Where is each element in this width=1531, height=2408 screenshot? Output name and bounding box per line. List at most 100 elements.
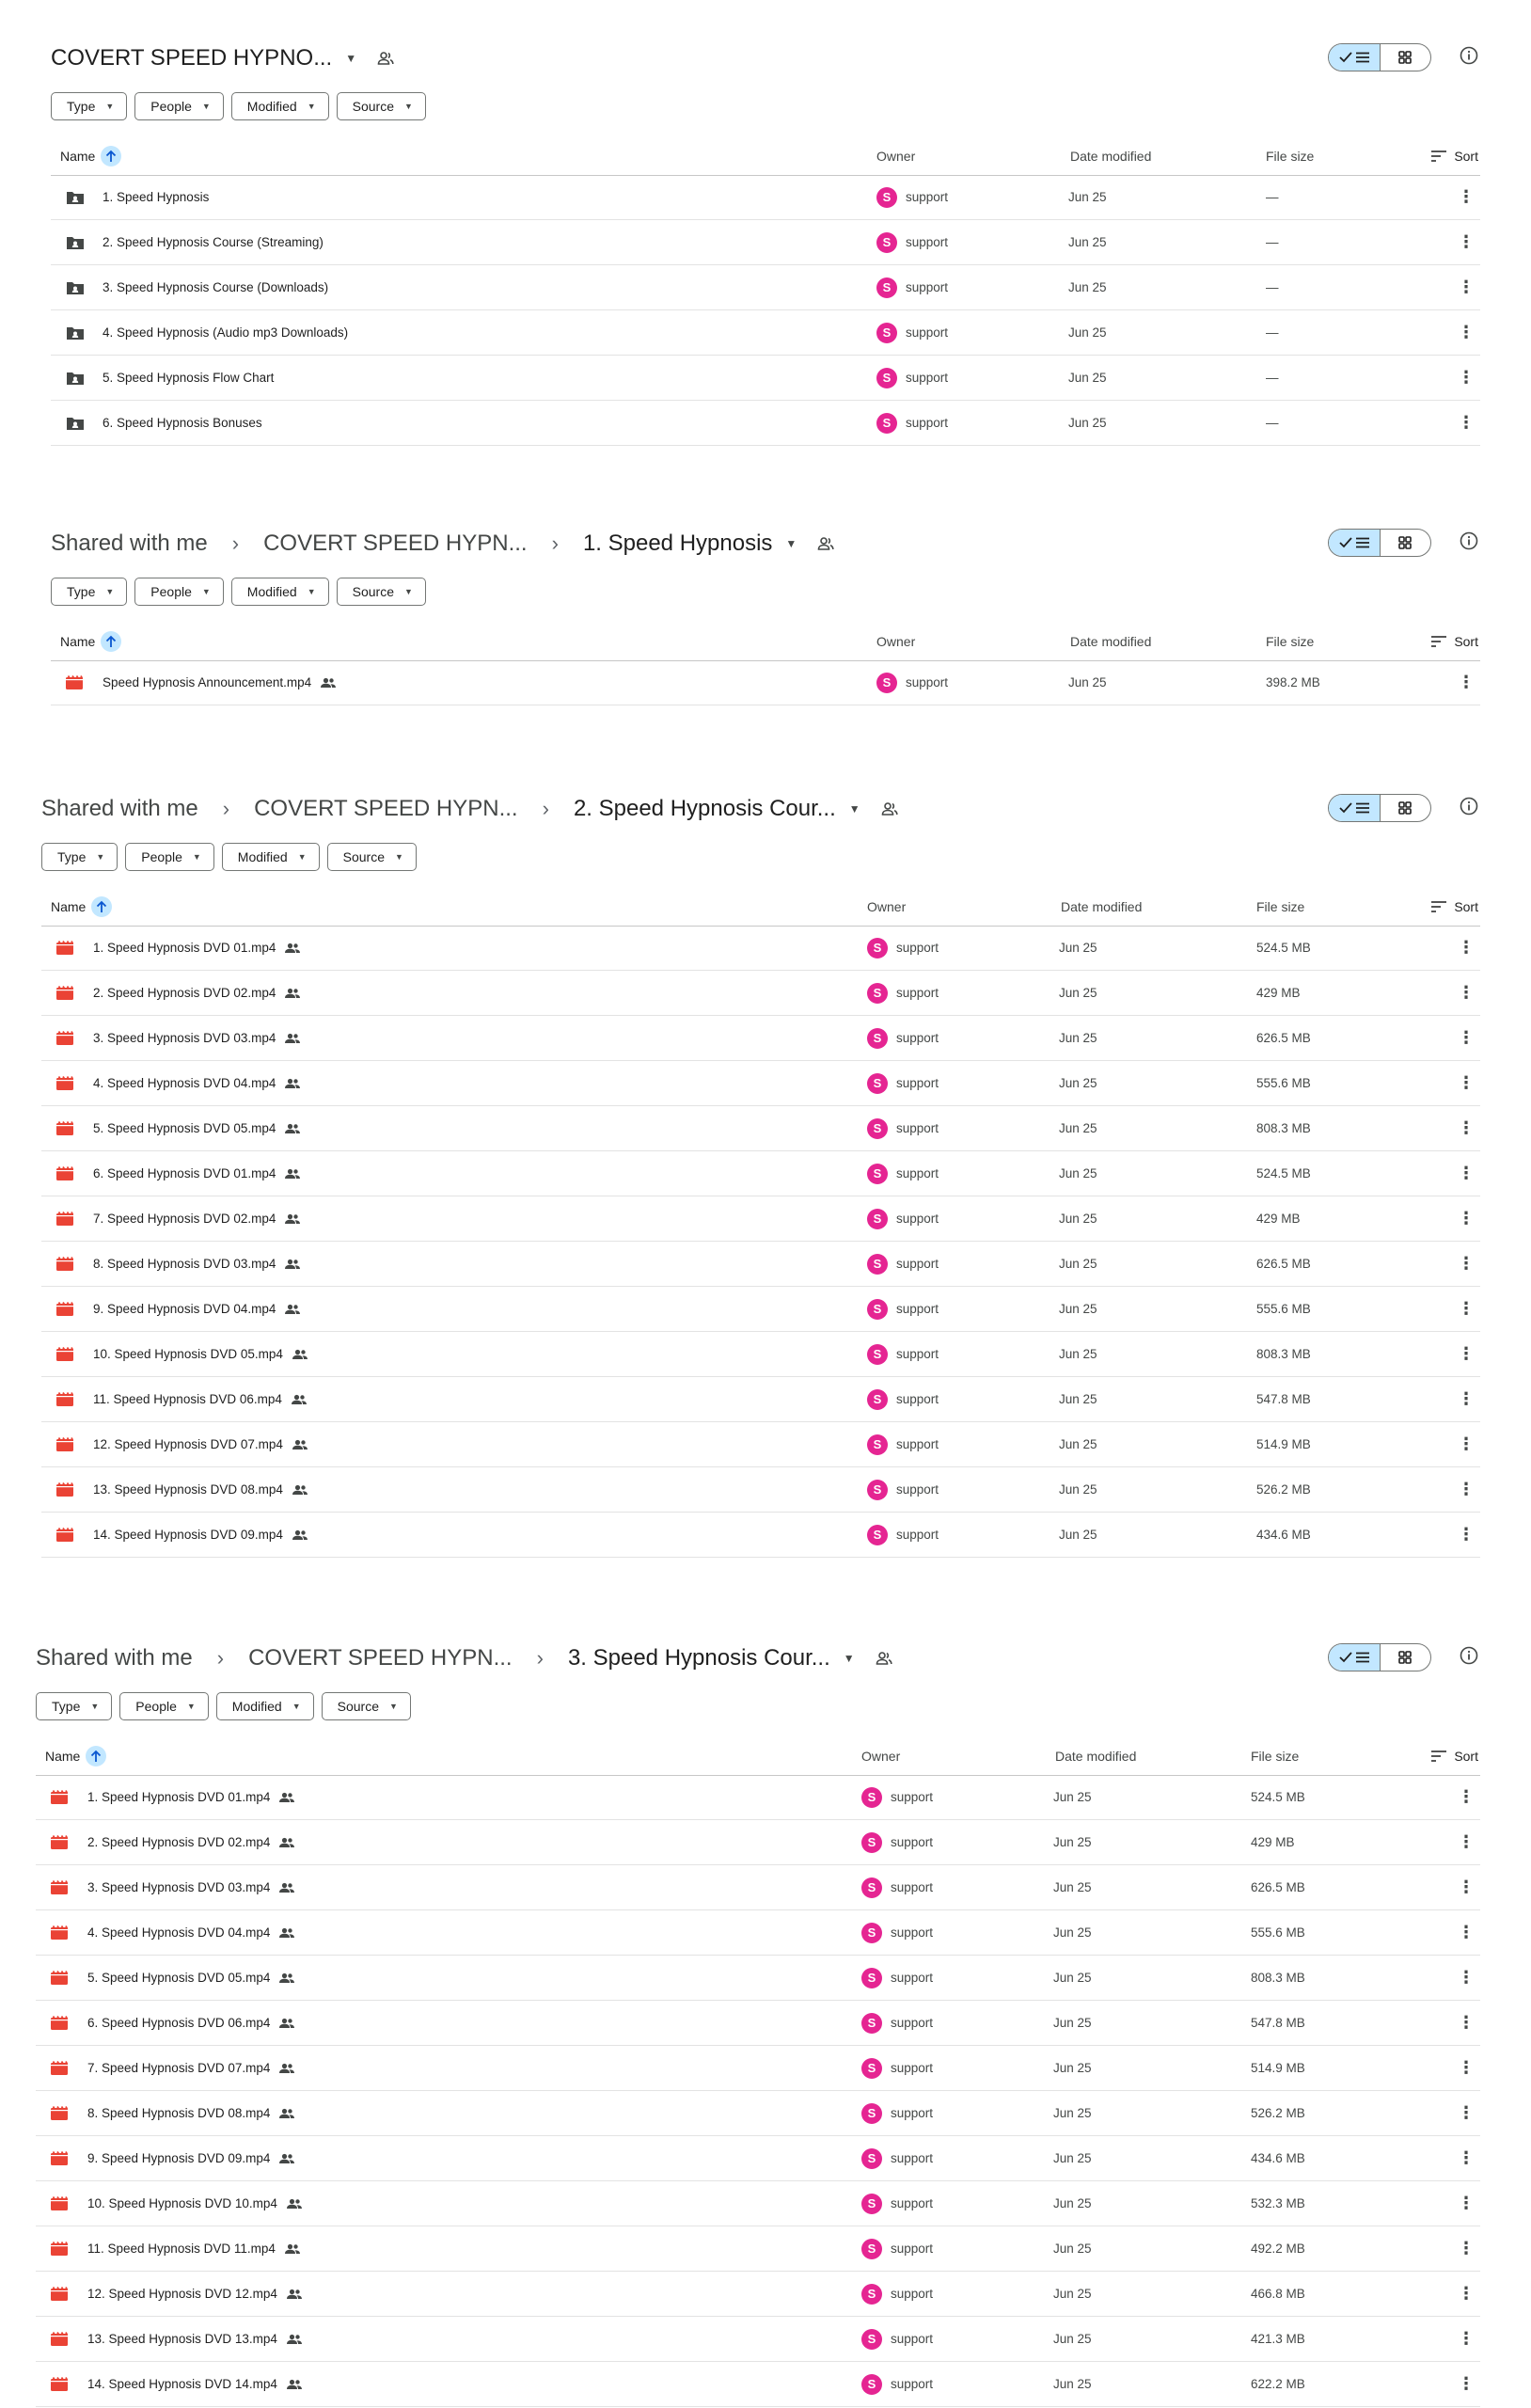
folder-title[interactable]: 2. Speed Hypnosis Cour... bbox=[574, 796, 836, 822]
list-view-button[interactable] bbox=[1329, 530, 1381, 556]
table-row[interactable]: 5. Speed Hypnosis DVD 05.mp4 Ssupport Jun … bbox=[41, 1106, 1480, 1151]
table-row[interactable]: 3. Speed Hypnosis DVD 03.mp4 Ssupport Jun … bbox=[36, 1865, 1480, 1910]
breadcrumb-item[interactable]: Shared with me bbox=[36, 1645, 193, 1671]
file-name[interactable]: 7. Speed Hypnosis DVD 07.mp4 bbox=[87, 2046, 295, 2090]
sort-arrow-up-icon[interactable] bbox=[86, 1746, 107, 1766]
grid-view-button[interactable] bbox=[1381, 44, 1431, 71]
filter-chip-source[interactable]: Source ▼ bbox=[321, 1692, 411, 1720]
more-actions-icon[interactable]: ⋮ bbox=[1458, 2091, 1475, 2135]
filter-chip-type[interactable]: Type ▼ bbox=[36, 1692, 113, 1720]
more-actions-icon[interactable]: ⋮ bbox=[1458, 2362, 1475, 2406]
more-actions-icon[interactable]: ⋮ bbox=[1458, 1151, 1475, 1196]
more-actions-icon[interactable]: ⋮ bbox=[1458, 1332, 1475, 1376]
more-actions-icon[interactable]: ⋮ bbox=[1458, 926, 1475, 970]
filter-chip-source[interactable]: Source ▼ bbox=[336, 578, 426, 606]
filter-chip-people[interactable]: People ▼ bbox=[134, 92, 224, 120]
info-icon[interactable] bbox=[1460, 46, 1478, 65]
column-header-size[interactable]: File size bbox=[1256, 888, 1304, 926]
more-actions-icon[interactable]: ⋮ bbox=[1458, 1106, 1475, 1150]
file-name[interactable]: 1. Speed Hypnosis DVD 01.mp4 bbox=[93, 926, 301, 970]
sort-button[interactable]: Sort bbox=[1431, 623, 1478, 660]
file-name[interactable]: 14. Speed Hypnosis DVD 09.mp4 bbox=[93, 1513, 308, 1557]
more-actions-icon[interactable]: ⋮ bbox=[1458, 356, 1475, 400]
table-row[interactable]: 5. Speed Hypnosis DVD 05.mp4 Ssupport Jun … bbox=[36, 1956, 1480, 2001]
filter-chip-source[interactable]: Source ▼ bbox=[336, 92, 426, 120]
file-name[interactable]: 12. Speed Hypnosis DVD 12.mp4 bbox=[87, 2272, 302, 2316]
column-header-date[interactable]: Date modified bbox=[1070, 137, 1151, 175]
more-actions-icon[interactable]: ⋮ bbox=[1458, 1467, 1475, 1512]
file-name[interactable]: 2. Speed Hypnosis DVD 02.mp4 bbox=[87, 1820, 295, 1864]
column-header-name[interactable]: Name bbox=[45, 1737, 107, 1775]
column-header-name[interactable]: Name bbox=[60, 137, 122, 175]
column-header-size[interactable]: File size bbox=[1266, 137, 1314, 175]
more-actions-icon[interactable]: ⋮ bbox=[1458, 2001, 1475, 2045]
more-actions-icon[interactable]: ⋮ bbox=[1458, 2317, 1475, 2361]
table-row[interactable]: 3. Speed Hypnosis Course (Downloads) Ssup… bbox=[51, 265, 1480, 310]
more-actions-icon[interactable]: ⋮ bbox=[1458, 220, 1475, 264]
table-row[interactable]: 13. Speed Hypnosis DVD 08.mp4 Ssupport Jun… bbox=[41, 1467, 1480, 1513]
file-name[interactable]: 1. Speed Hypnosis DVD 01.mp4 bbox=[87, 1775, 295, 1819]
file-name[interactable]: 13. Speed Hypnosis DVD 08.mp4 bbox=[93, 1467, 308, 1512]
table-row[interactable]: 11. Speed Hypnosis DVD 06.mp4 Ssupport Jun… bbox=[41, 1377, 1480, 1422]
file-name[interactable]: 8. Speed Hypnosis DVD 03.mp4 bbox=[93, 1242, 301, 1286]
table-row[interactable]: 6. Speed Hypnosis Bonuses Ssupport Jun 25 —… bbox=[51, 401, 1480, 446]
table-row[interactable]: 6. Speed Hypnosis DVD 01.mp4 Ssupport Jun … bbox=[41, 1151, 1480, 1196]
sort-arrow-up-icon[interactable] bbox=[101, 146, 122, 166]
filter-chip-people[interactable]: People ▼ bbox=[125, 843, 214, 871]
more-actions-icon[interactable]: ⋮ bbox=[1458, 175, 1475, 219]
more-actions-icon[interactable]: ⋮ bbox=[1458, 1242, 1475, 1286]
file-name[interactable]: 5. Speed Hypnosis Flow Chart bbox=[103, 356, 274, 400]
folder-title[interactable]: 3. Speed Hypnosis Cour... bbox=[568, 1645, 830, 1671]
table-row[interactable]: 14. Speed Hypnosis DVD 14.mp4 Ssupport Jun… bbox=[36, 2362, 1480, 2407]
filter-chip-modified[interactable]: Modified ▼ bbox=[230, 578, 329, 606]
column-header-name[interactable]: Name bbox=[60, 623, 122, 660]
dropdown-caret-icon[interactable]: ▼ bbox=[345, 52, 356, 65]
list-view-button[interactable] bbox=[1329, 44, 1381, 71]
filter-chip-type[interactable]: Type ▼ bbox=[51, 92, 128, 120]
file-name[interactable]: 9. Speed Hypnosis DVD 04.mp4 bbox=[93, 1287, 301, 1331]
file-name[interactable]: 3. Speed Hypnosis DVD 03.mp4 bbox=[87, 1865, 295, 1909]
more-actions-icon[interactable]: ⋮ bbox=[1458, 2272, 1475, 2316]
sort-button[interactable]: Sort bbox=[1431, 137, 1478, 175]
table-row[interactable]: 5. Speed Hypnosis Flow Chart Ssupport Jun … bbox=[51, 356, 1480, 401]
file-name[interactable]: 10. Speed Hypnosis DVD 05.mp4 bbox=[93, 1332, 308, 1376]
breadcrumb-item[interactable]: Shared with me bbox=[51, 531, 208, 557]
table-row[interactable]: 7. Speed Hypnosis DVD 02.mp4 Ssupport Jun … bbox=[41, 1196, 1480, 1242]
table-row[interactable]: 2. Speed Hypnosis DVD 02.mp4 Ssupport Jun … bbox=[41, 971, 1480, 1016]
table-row[interactable]: 4. Speed Hypnosis DVD 04.mp4 Ssupport Jun … bbox=[36, 1910, 1480, 1956]
file-name[interactable]: 13. Speed Hypnosis DVD 13.mp4 bbox=[87, 2317, 302, 2361]
sort-arrow-up-icon[interactable] bbox=[101, 631, 122, 652]
folder-title[interactable]: COVERT SPEED HYPNO... bbox=[51, 45, 332, 71]
file-name[interactable]: 9. Speed Hypnosis DVD 09.mp4 bbox=[87, 2136, 295, 2180]
file-name[interactable]: Speed Hypnosis Announcement.mp4 bbox=[103, 660, 337, 705]
file-name[interactable]: 1. Speed Hypnosis bbox=[103, 175, 209, 219]
file-name[interactable]: 6. Speed Hypnosis DVD 06.mp4 bbox=[87, 2001, 295, 2045]
sort-button[interactable]: Sort bbox=[1431, 1737, 1478, 1775]
table-row[interactable]: 12. Speed Hypnosis DVD 12.mp4 Ssupport Jun… bbox=[36, 2272, 1480, 2317]
file-name[interactable]: 6. Speed Hypnosis DVD 01.mp4 bbox=[93, 1151, 301, 1196]
table-row[interactable]: 6. Speed Hypnosis DVD 06.mp4 Ssupport Jun … bbox=[36, 2001, 1480, 2046]
more-actions-icon[interactable]: ⋮ bbox=[1458, 310, 1475, 355]
sort-arrow-up-icon[interactable] bbox=[91, 896, 113, 917]
more-actions-icon[interactable]: ⋮ bbox=[1458, 401, 1475, 445]
more-actions-icon[interactable]: ⋮ bbox=[1458, 2181, 1475, 2226]
more-actions-icon[interactable]: ⋮ bbox=[1458, 1775, 1475, 1819]
file-name[interactable]: 2. Speed Hypnosis Course (Streaming) bbox=[103, 220, 324, 264]
more-actions-icon[interactable]: ⋮ bbox=[1458, 265, 1475, 309]
file-name[interactable]: 2. Speed Hypnosis DVD 02.mp4 bbox=[93, 971, 301, 1015]
filter-chip-people[interactable]: People ▼ bbox=[134, 578, 224, 606]
more-actions-icon[interactable]: ⋮ bbox=[1458, 1016, 1475, 1060]
table-row[interactable]: 7. Speed Hypnosis DVD 07.mp4 Ssupport Jun … bbox=[36, 2046, 1480, 2091]
table-row[interactable]: 4. Speed Hypnosis DVD 04.mp4 Ssupport Jun … bbox=[41, 1061, 1480, 1106]
file-name[interactable]: 11. Speed Hypnosis DVD 11.mp4 bbox=[87, 2226, 300, 2271]
more-actions-icon[interactable]: ⋮ bbox=[1458, 1513, 1475, 1557]
more-actions-icon[interactable]: ⋮ bbox=[1458, 1956, 1475, 2000]
more-actions-icon[interactable]: ⋮ bbox=[1458, 660, 1475, 705]
more-actions-icon[interactable]: ⋮ bbox=[1458, 1196, 1475, 1241]
filter-chip-type[interactable]: Type ▼ bbox=[41, 843, 118, 871]
list-view-button[interactable] bbox=[1329, 1644, 1381, 1671]
table-row[interactable]: 10. Speed Hypnosis DVD 10.mp4 Ssupport Jun… bbox=[36, 2181, 1480, 2226]
table-row[interactable]: 1. Speed Hypnosis Ssupport Jun 25 — ⋮ bbox=[51, 175, 1480, 220]
folder-title[interactable]: 1. Speed Hypnosis bbox=[583, 531, 772, 557]
file-name[interactable]: 5. Speed Hypnosis DVD 05.mp4 bbox=[93, 1106, 301, 1150]
